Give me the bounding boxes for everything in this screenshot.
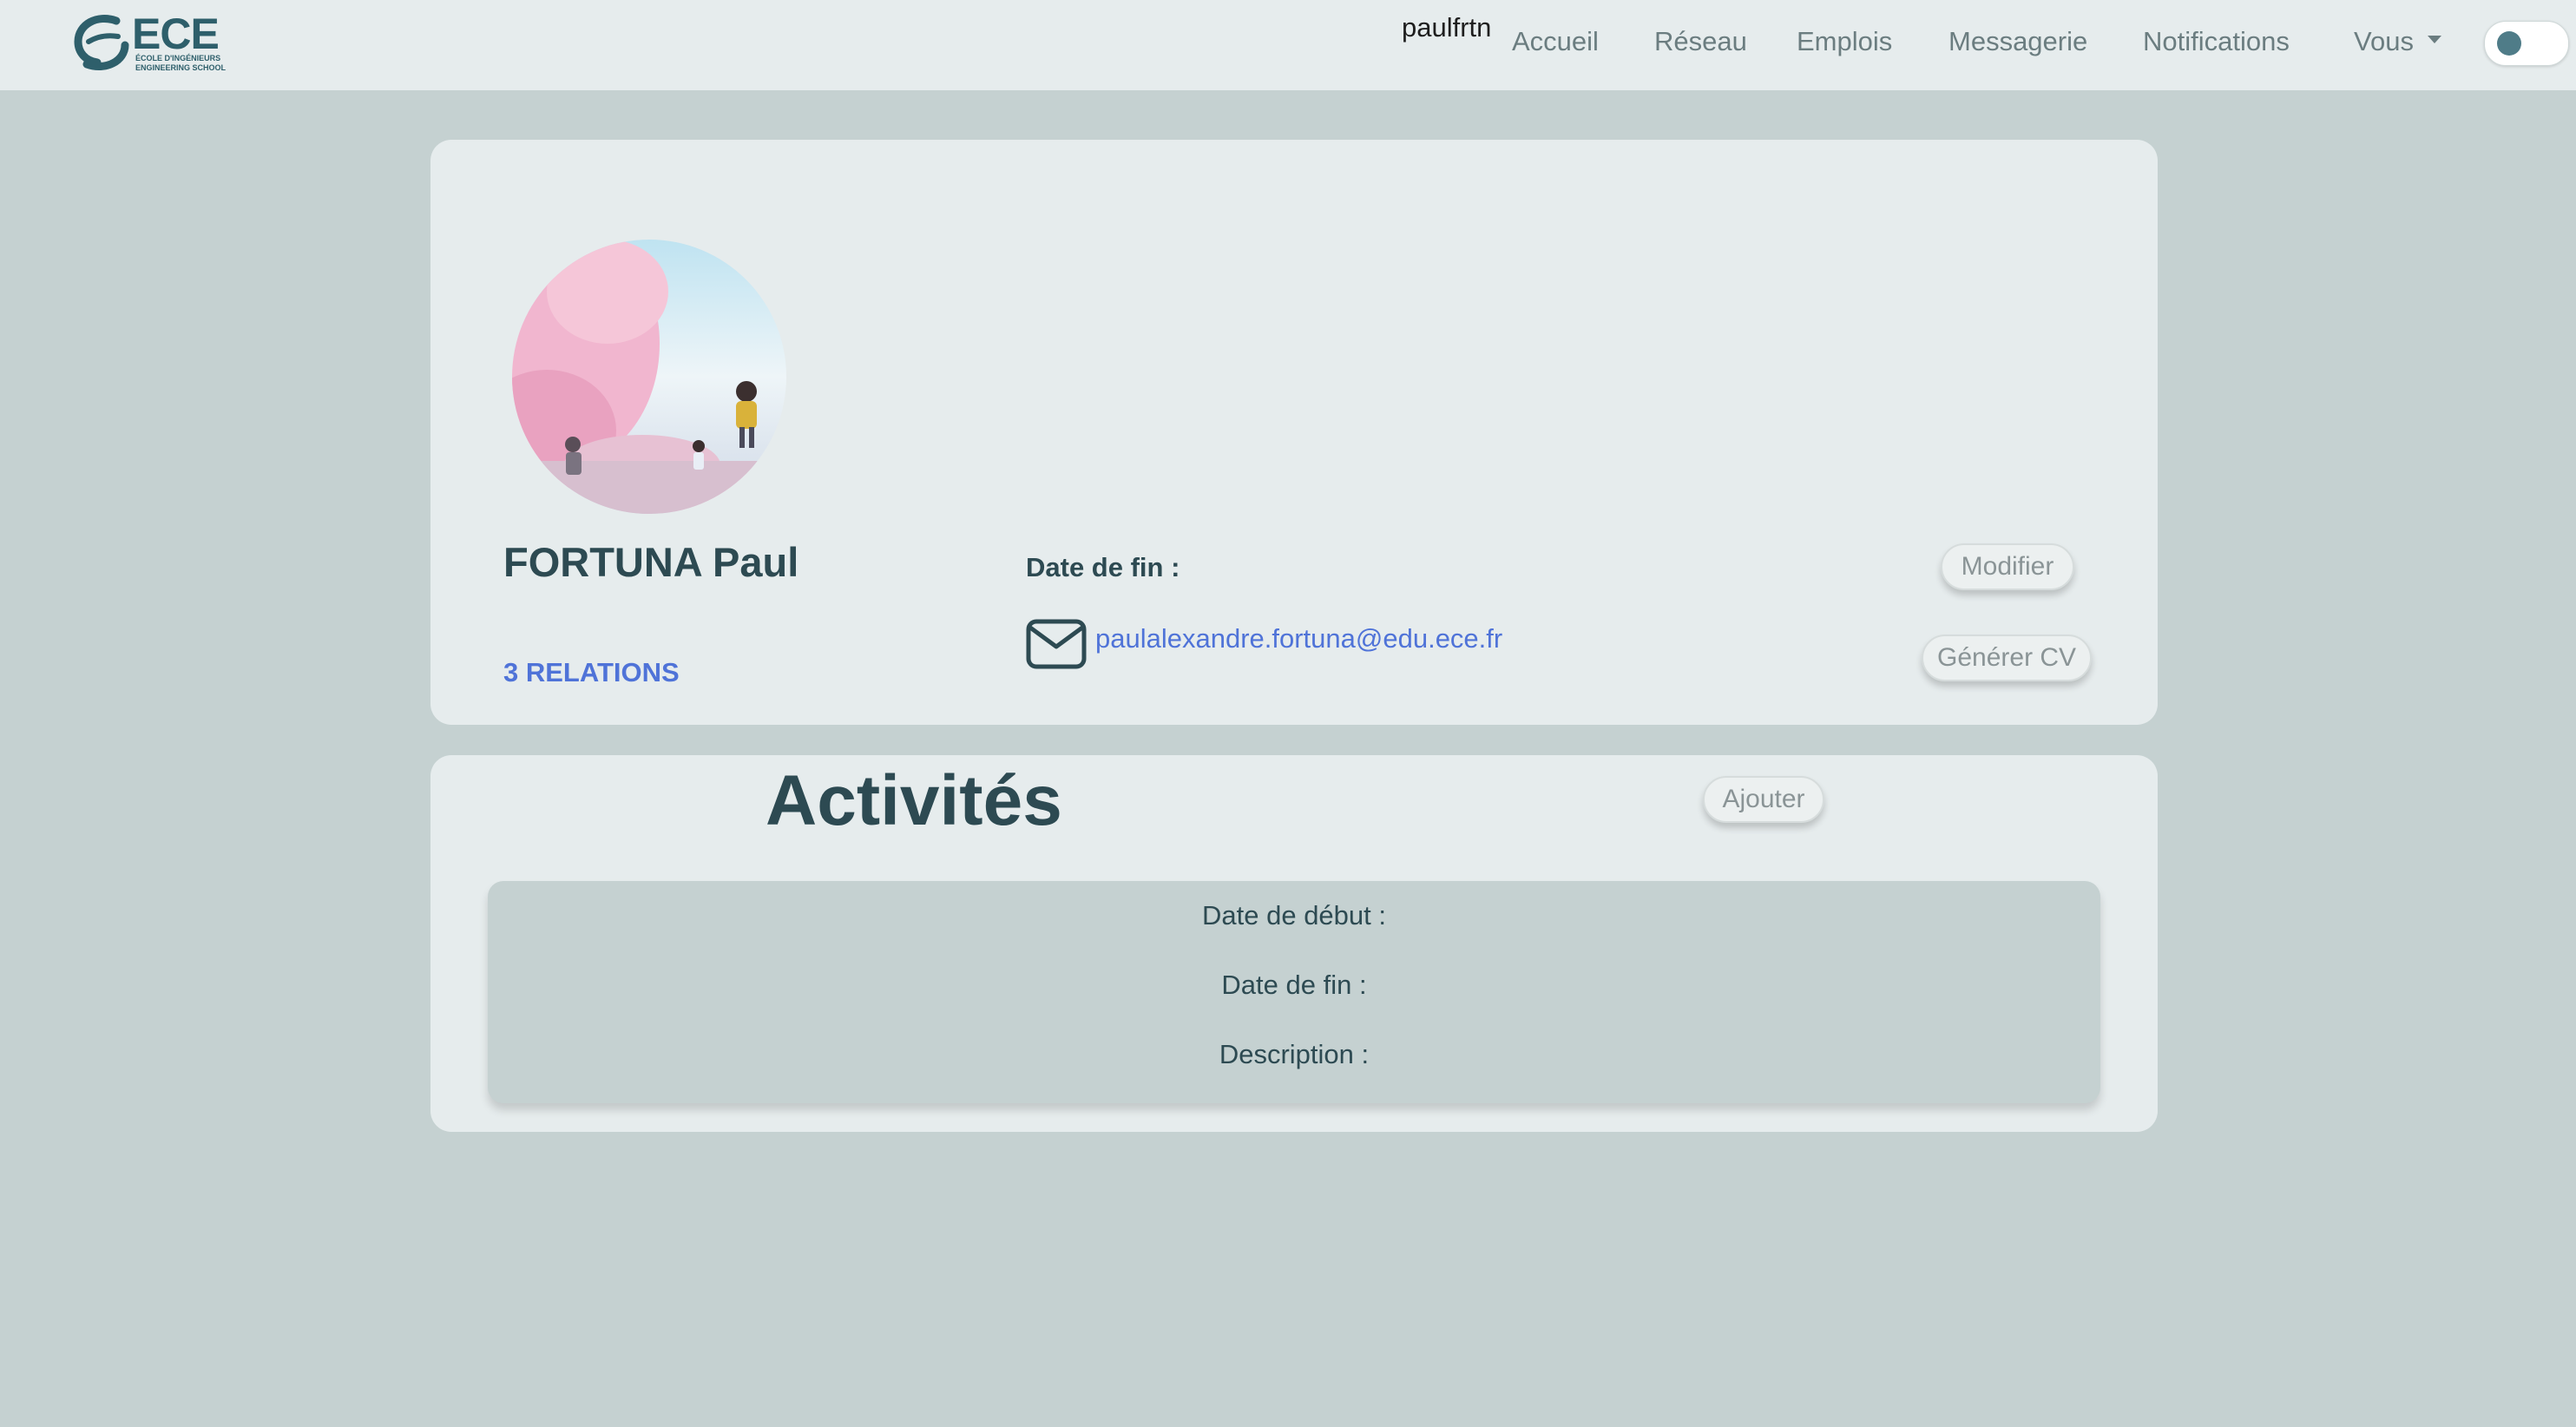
logo-wordmark: ECE: [132, 10, 220, 58]
avatar-image: [512, 240, 786, 514]
nav-dropdown-vous-label: Vous: [2354, 26, 2414, 56]
ece-logo[interactable]: ECE ÉCOLE D'INGÉNIEURS ENGINEERING SCHOO…: [71, 10, 236, 73]
nav-link-messagerie[interactable]: Messagerie: [1948, 26, 2087, 57]
nav-dropdown-vous[interactable]: Vous: [2354, 26, 2441, 57]
activity-date-fin: Date de fin :: [1221, 970, 1367, 1000]
caret-down-icon: [2427, 36, 2441, 44]
username-label: paulfrtn: [1402, 12, 1492, 43]
modifier-button[interactable]: Modifier: [1941, 543, 2074, 590]
logo-subtitle-en: ENGINEERING SCHOOL: [135, 63, 227, 72]
logo-subtitle-fr: ÉCOLE D'INGÉNIEURS: [135, 54, 221, 62]
activity-entry: Date de début : Date de fin : Descriptio…: [488, 881, 2100, 1103]
activity-description: Description :: [1219, 1039, 1370, 1069]
avatar: [512, 240, 786, 514]
toggle-knob: [2497, 31, 2521, 56]
nav-link-reseau[interactable]: Réseau: [1654, 26, 1747, 57]
theme-toggle[interactable]: [2484, 21, 2569, 66]
activities-title: Activités: [766, 761, 1062, 840]
relations-link[interactable]: 3 RELATIONS: [503, 657, 680, 688]
nav-link-emplois[interactable]: Emplois: [1797, 26, 1892, 57]
profile-name: FORTUNA Paul: [503, 539, 799, 585]
generer-cv-button[interactable]: Générer CV: [1922, 635, 2092, 681]
envelope-icon: [1026, 619, 1087, 669]
ajouter-button[interactable]: Ajouter: [1703, 776, 1824, 823]
activity-date-debut: Date de début :: [1202, 900, 1386, 931]
profile-card: FORTUNA Paul 3 RELATIONS Date de fin : p…: [430, 140, 2158, 725]
nav-link-notifications[interactable]: Notifications: [2143, 26, 2290, 57]
date-fin-label: Date de fin :: [1026, 552, 1180, 582]
activities-card: Activités Ajouter Date de début : Date d…: [430, 755, 2158, 1132]
ece-logo-icon: [74, 15, 129, 71]
nav-link-accueil[interactable]: Accueil: [1512, 26, 1599, 57]
top-navbar: ECE ÉCOLE D'INGÉNIEURS ENGINEERING SCHOO…: [0, 0, 2576, 90]
email-link[interactable]: paulalexandre.fortuna@edu.ece.fr: [1095, 623, 1502, 654]
